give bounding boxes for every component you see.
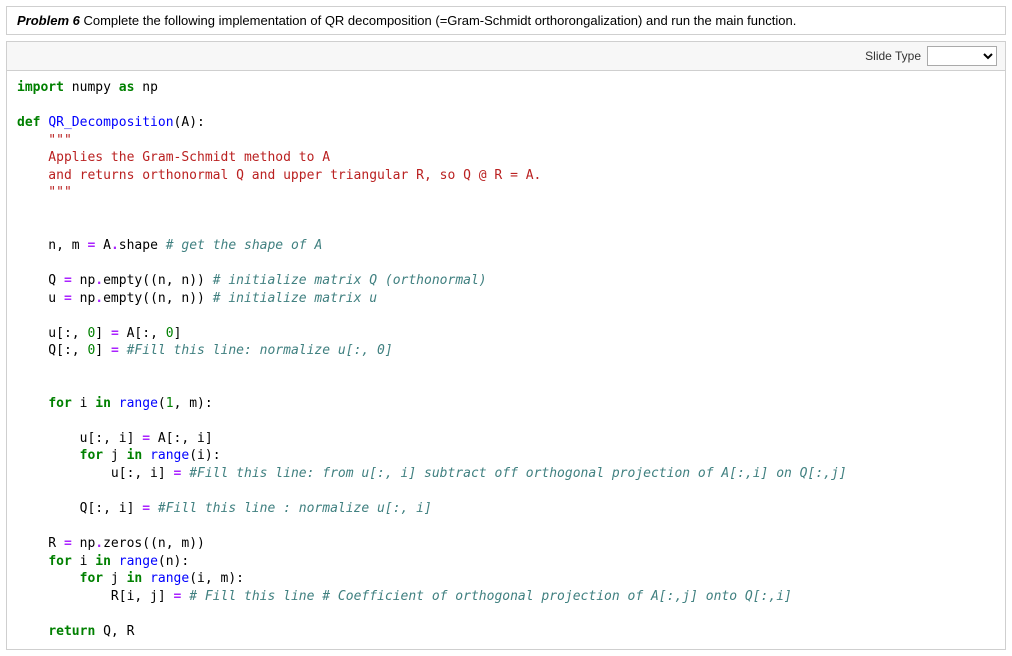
function-name: QR_Decomposition <box>48 115 173 130</box>
comment: # initialize matrix Q (orthonormal) <box>213 273 487 288</box>
code-block[interactable]: import numpy as np def QR_Decomposition(… <box>17 79 995 641</box>
docstring-line: Applies the Gram-Schmidt method to A <box>17 150 330 165</box>
cell-toolbar: Slide Type <box>6 41 1006 70</box>
problem-cell: Problem 6 Complete the following impleme… <box>6 6 1006 35</box>
keyword-for: for <box>80 448 103 463</box>
problem-title: Problem 6 <box>17 13 80 28</box>
comment-fill: #Fill this line: normalize u[:, 0] <box>127 343 393 358</box>
slide-type-select[interactable] <box>927 46 997 66</box>
code-cell[interactable]: import numpy as np def QR_Decomposition(… <box>6 70 1006 650</box>
keyword-for: for <box>48 554 71 569</box>
keyword-in: in <box>95 554 111 569</box>
keyword-for: for <box>80 571 103 586</box>
comment-fill: # Fill this line # Coefficient of orthog… <box>189 589 792 604</box>
keyword-for: for <box>48 396 71 411</box>
keyword-as: as <box>119 80 135 95</box>
comment: # initialize matrix u <box>213 291 377 306</box>
keyword-def: def <box>17 115 40 130</box>
docstring-open: """ <box>17 133 72 148</box>
keyword-in: in <box>127 571 143 586</box>
docstring-line: and returns orthonormal Q and upper tria… <box>17 168 541 183</box>
comment-fill: #Fill this line : normalize u[:, i] <box>158 501 432 516</box>
keyword-in: in <box>95 396 111 411</box>
keyword-return: return <box>48 624 95 639</box>
problem-text: Complete the following implementation of… <box>80 13 796 28</box>
slide-type-label: Slide Type <box>865 49 921 63</box>
comment: # get the shape of A <box>166 238 323 253</box>
keyword-in: in <box>127 448 143 463</box>
docstring-close: """ <box>17 185 72 200</box>
keyword-import: import <box>17 80 64 95</box>
comment-fill: #Fill this line: from u[:, i] subtract o… <box>189 466 846 481</box>
